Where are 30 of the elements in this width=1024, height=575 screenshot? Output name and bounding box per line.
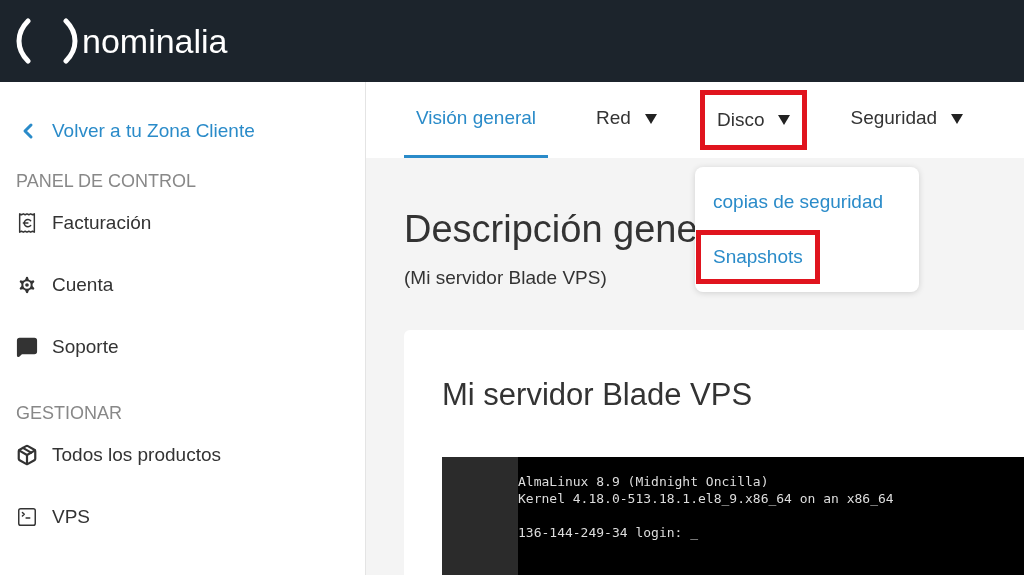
card-title: Mi servidor Blade VPS	[442, 376, 754, 414]
invoice-icon	[16, 212, 38, 234]
back-link[interactable]: Volver a tu Zona Cliente	[16, 116, 365, 146]
nav-tab[interactable]: Visión general	[404, 82, 549, 158]
chat-bubble-icon	[16, 336, 38, 358]
sidebar-item[interactable]: Facturación	[16, 192, 365, 254]
section-heading: GESTIONAR	[16, 402, 123, 424]
dropdown-item[interactable]: copias de seguridad	[696, 175, 901, 230]
nav-tab[interactable]: Red	[584, 82, 669, 158]
page-subtitle: (Mi servidor Blade VPS)	[404, 265, 608, 290]
settings-icon	[16, 274, 38, 296]
dropdown-caret-icon	[951, 113, 964, 124]
console-line: AlmaLinux 8.9 (Midnight Oncilla)	[518, 472, 770, 490]
sidebar-item[interactable]: Todos los productos	[16, 424, 365, 486]
console-line: Kernel 4.18.0-513.18.1.el8_9.x86_64 on an x86_64	[518, 489, 894, 507]
dropdown-caret-icon	[778, 115, 791, 125]
nav-tab[interactable]: Seguridad	[838, 82, 976, 158]
dropdown-caret-icon	[644, 113, 657, 124]
brackets-icon	[14, 18, 80, 64]
nav-tab[interactable]: Disco	[699, 90, 808, 150]
console-line: 136-144-249-34 login: _	[518, 523, 699, 541]
dropdown-item[interactable]: Snapshots	[696, 229, 820, 284]
logo[interactable]: nominalia	[14, 18, 228, 64]
page-title: Descripción gene	[404, 207, 699, 252]
sidebar-item[interactable]: VPS	[16, 486, 365, 548]
box-icon	[16, 444, 38, 466]
sidebar-item[interactable]: Cuenta	[16, 254, 365, 316]
sidebar-item[interactable]: Soporte	[16, 316, 365, 378]
section-heading: PANEL DE CONTROL	[16, 170, 198, 192]
terminal-icon	[16, 506, 38, 528]
